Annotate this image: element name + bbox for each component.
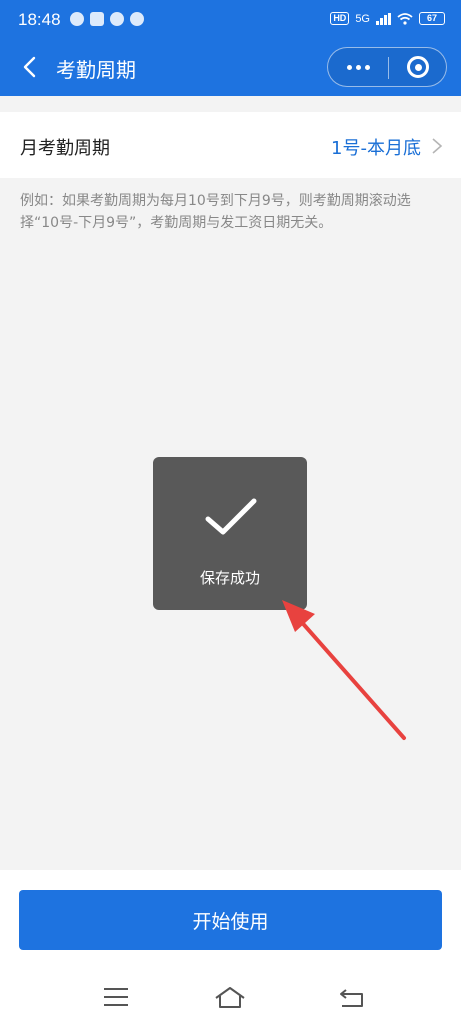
signal-icon — [376, 12, 391, 25]
app-header: 18:48 HD 5G 67 考勤周期 — [0, 0, 461, 96]
notification-icons — [70, 12, 144, 26]
sync-icon — [130, 12, 144, 26]
status-time: 18:48 — [18, 10, 61, 29]
checkmark-icon — [205, 498, 257, 535]
annotation-arrow-icon — [282, 600, 406, 740]
battery-icon: 67 — [419, 12, 445, 25]
setting-description: 例如：如果考勤周期为每月10号到下月9号，则考勤周期滚动选择“10号-下月9号”… — [20, 193, 411, 231]
chevron-right-icon — [432, 138, 443, 154]
system-icons: HD 5G 67 — [330, 12, 445, 25]
status-bar: 18:48 HD 5G 67 — [0, 0, 461, 40]
back-button[interactable] — [14, 52, 44, 82]
menu-icon[interactable] — [96, 982, 136, 1012]
mini-program-capsule — [327, 47, 447, 87]
home-icon[interactable] — [210, 982, 250, 1012]
network-label: 5G — [355, 12, 370, 25]
start-button[interactable]: 开始使用 — [19, 890, 442, 950]
app-icon — [110, 12, 124, 26]
page-title: 考勤周期 — [56, 58, 136, 82]
cloud-icon — [70, 12, 84, 26]
wifi-icon — [397, 12, 413, 25]
toast-message: 保存成功 — [199, 569, 260, 587]
back-nav-icon[interactable] — [332, 982, 372, 1012]
attendance-period-row[interactable]: 月考勤周期 1号-本月底 — [0, 112, 461, 178]
system-navigation-bar — [0, 978, 461, 1018]
setting-value[interactable]: 1号-本月底 — [331, 134, 421, 160]
chevron-left-icon — [23, 56, 36, 78]
footer: 开始使用 — [0, 870, 461, 1024]
close-mini-program-button[interactable] — [388, 48, 448, 86]
more-dots-icon — [346, 64, 352, 70]
hd-badge: HD — [330, 12, 350, 25]
more-button[interactable] — [328, 48, 388, 86]
setting-label: 月考勤周期 — [20, 138, 110, 159]
weibo-icon — [90, 12, 104, 26]
target-close-icon — [407, 56, 429, 78]
nav-bar: 考勤周期 — [0, 40, 461, 96]
success-toast: 保存成功 — [153, 457, 307, 610]
